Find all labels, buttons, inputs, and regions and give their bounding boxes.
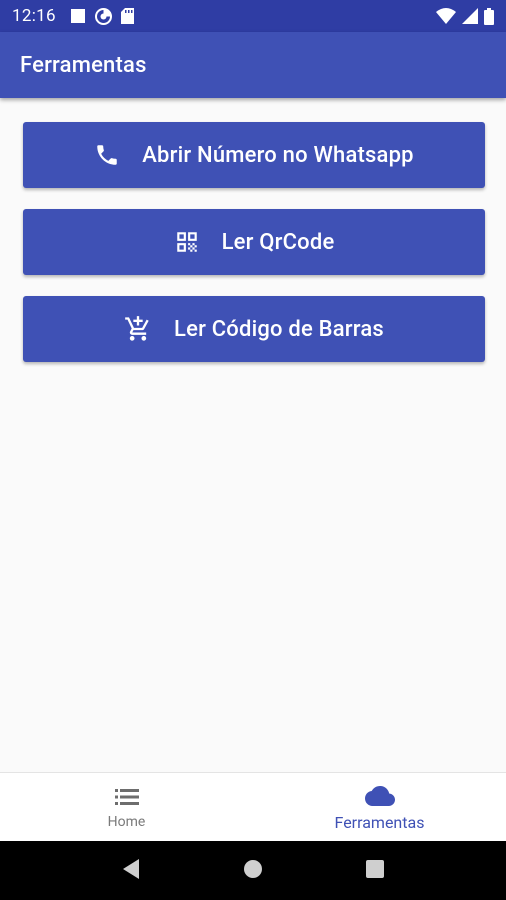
status-bar: 12:16 [0, 0, 506, 32]
qr-code-icon [174, 229, 200, 255]
wifi-icon [436, 8, 456, 24]
bottom-navigation: Home Ferramentas [0, 772, 506, 841]
nav-label-ferramentas: Ferramentas [334, 812, 425, 832]
read-barcode-button[interactable]: Ler Código de Barras [23, 296, 485, 362]
phone-icon [94, 142, 120, 168]
nav-item-home[interactable]: Home [0, 773, 253, 841]
tools-list: Abrir Número no Whatsapp Ler QrCode Ler … [0, 98, 506, 772]
data-saver-icon [94, 7, 112, 25]
nav-item-ferramentas[interactable]: Ferramentas [253, 773, 506, 841]
home-circle-icon [242, 858, 264, 884]
app-bar: Ferramentas [0, 32, 506, 98]
status-system-icons [430, 7, 494, 25]
cell-signal-icon [462, 8, 478, 24]
open-whatsapp-number-label: Abrir Número no Whatsapp [142, 142, 414, 168]
cloud-icon [364, 783, 395, 809]
status-notifications [70, 7, 143, 25]
square-notification-icon [70, 8, 86, 24]
back-icon [121, 858, 141, 884]
add-shopping-cart-icon [124, 315, 152, 343]
page-title: Ferramentas [20, 52, 147, 78]
back-button[interactable] [101, 846, 161, 896]
battery-icon [484, 7, 494, 25]
nav-label-home: Home [107, 814, 146, 830]
read-qrcode-label: Ler QrCode [221, 229, 335, 255]
home-button[interactable] [223, 846, 283, 896]
recents-button[interactable] [345, 846, 405, 896]
read-barcode-label: Ler Código de Barras [174, 316, 384, 342]
recents-icon [365, 859, 385, 883]
sd-card-icon [120, 8, 134, 24]
open-whatsapp-number-button[interactable]: Abrir Número no Whatsapp [23, 122, 485, 188]
system-navigation-bar [0, 841, 506, 900]
read-qrcode-button[interactable]: Ler QrCode [23, 209, 485, 275]
status-time: 12:16 [12, 6, 56, 26]
list-icon [114, 784, 139, 810]
